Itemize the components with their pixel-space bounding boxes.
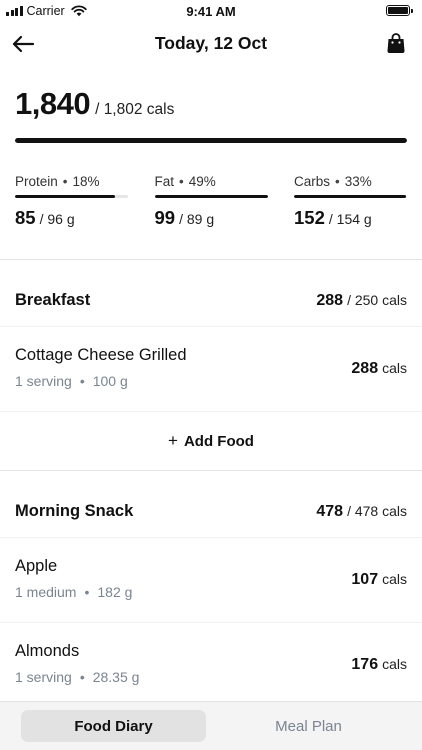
status-bar-time: 9:41 AM [186,4,236,19]
macro-progress-fill [15,195,115,198]
food-calories-unit: cals [382,656,407,672]
food-calories-value: 288 [351,360,379,377]
macro-percent: 49% [188,174,216,189]
macro-progress-fill [154,195,268,198]
food-name: Apple [15,557,58,575]
plus-icon: + [168,431,178,450]
food-weight: 28.35 g [92,669,140,685]
battery-icon [386,5,413,16]
meal-calories-goal: / 250 cals [347,292,407,308]
macro-carbs: Carbs • 33% 152 / 154 g [294,174,407,229]
separator-dot: • [84,584,90,600]
meal-title: Breakfast [15,291,91,309]
macro-header: Carbs • 33% [294,174,407,189]
page-title: Today, 12 Oct [154,33,268,53]
macro-header: Protein • 18% [15,174,128,189]
macro-protein: Protein • 18% 85 / 96 g [15,174,128,229]
food-serving: 1 serving [15,373,72,389]
separator-dot: • [62,174,68,189]
macro-percent: 33% [344,174,372,189]
add-food-button[interactable]: + Add Food [0,412,422,470]
macro-fat: Fat • 49% 99 / 89 g [154,174,268,229]
tab-meal-plan[interactable]: Meal Plan [216,710,401,742]
food-item-cottage-cheese[interactable]: Cottage Cheese Grilled 1 serving • 100 g 2… [0,327,422,411]
food-serving-info: 1 serving • 28.35 g [15,669,139,685]
food-item-almonds[interactable]: Almonds 1 serving • 28.35 g 176 cals [0,623,422,707]
food-item-apple[interactable]: Apple 1 medium • 182 g 107 cals [0,538,422,622]
food-calories-value: 176 [351,656,379,673]
add-food-label: Add Food [183,432,254,450]
macro-name: Carbs [294,174,331,189]
calories-goal: / 1,802 cals [95,101,175,118]
macro-amount: 85 [15,207,36,228]
separator-dot: • [179,174,184,189]
food-name: Almonds [15,642,80,660]
food-name: Cottage Cheese Grilled [15,346,187,364]
calories-eaten: 1,840 [15,86,91,121]
calorie-progress-fill [15,138,407,143]
meal-header-morning-snack[interactable]: Morning Snack 478 / 478 cals [0,484,422,540]
calorie-progress-bar [15,138,407,143]
macro-amount: 152 [294,207,325,228]
food-serving: 1 medium [15,584,77,600]
meal-header-breakfast[interactable]: Breakfast 288 / 250 cals [0,273,422,329]
food-weight: 182 g [97,584,133,600]
macro-value: 152 / 154 g [294,207,407,229]
macro-goal: / 96 g [39,211,75,227]
food-calories-value: 107 [351,571,379,588]
food-weight: 100 g [92,373,128,389]
food-calories: 107 cals [351,571,407,589]
status-bar: Carrier 9:41 AM [0,0,422,22]
food-calories: 176 cals [351,656,407,674]
back-button[interactable] [10,31,36,57]
macro-goal: / 89 g [179,211,215,227]
macro-progress-fill [294,195,406,198]
calorie-summary: 1,840 / 1,802 cals [15,86,174,122]
nav-header: Today, 12 Oct [0,22,422,66]
separator-dot: • [79,669,85,685]
macro-progress-bar [154,195,268,198]
arrow-left-icon [12,35,35,53]
meal-calories: 478 / 478 cals [316,503,407,521]
macro-progress-bar [15,195,128,198]
meal-title: Morning Snack [15,502,134,520]
macro-name: Fat [154,174,175,189]
separator-dot: • [79,373,85,389]
bottom-tab-bar: Food Diary Meal Plan [0,701,422,750]
macro-goal: / 154 g [328,211,372,227]
macros-row: Protein • 18% 85 / 96 g Fat • 49% 99 / 89 g … [15,174,407,229]
macro-percent: 18% [72,174,100,189]
meal-calories-goal: / 478 cals [347,503,407,519]
macro-name: Protein [15,174,58,189]
macro-value: 85 / 96 g [15,207,128,229]
section-divider [0,259,422,260]
macro-amount: 99 [154,207,176,228]
separator-dot: • [335,174,340,189]
food-calories-unit: cals [382,360,407,376]
food-calories-unit: cals [382,571,407,587]
meal-calories-eaten: 288 [316,292,344,309]
food-calories: 288 cals [351,360,407,378]
macro-header: Fat • 49% [155,174,268,189]
macro-value: 99 / 89 g [155,207,268,229]
shopping-bag-icon [387,33,405,53]
macro-progress-bar [294,195,407,198]
food-serving-info: 1 serving • 100 g [15,373,128,389]
tab-food-diary[interactable]: Food Diary [21,710,206,742]
section-divider [0,470,422,471]
food-serving-info: 1 medium • 182 g [15,584,132,600]
shopping-bag-button[interactable] [384,30,408,56]
food-serving: 1 serving [15,669,72,685]
meal-calories: 288 / 250 cals [316,292,407,310]
meal-calories-eaten: 478 [316,503,344,520]
